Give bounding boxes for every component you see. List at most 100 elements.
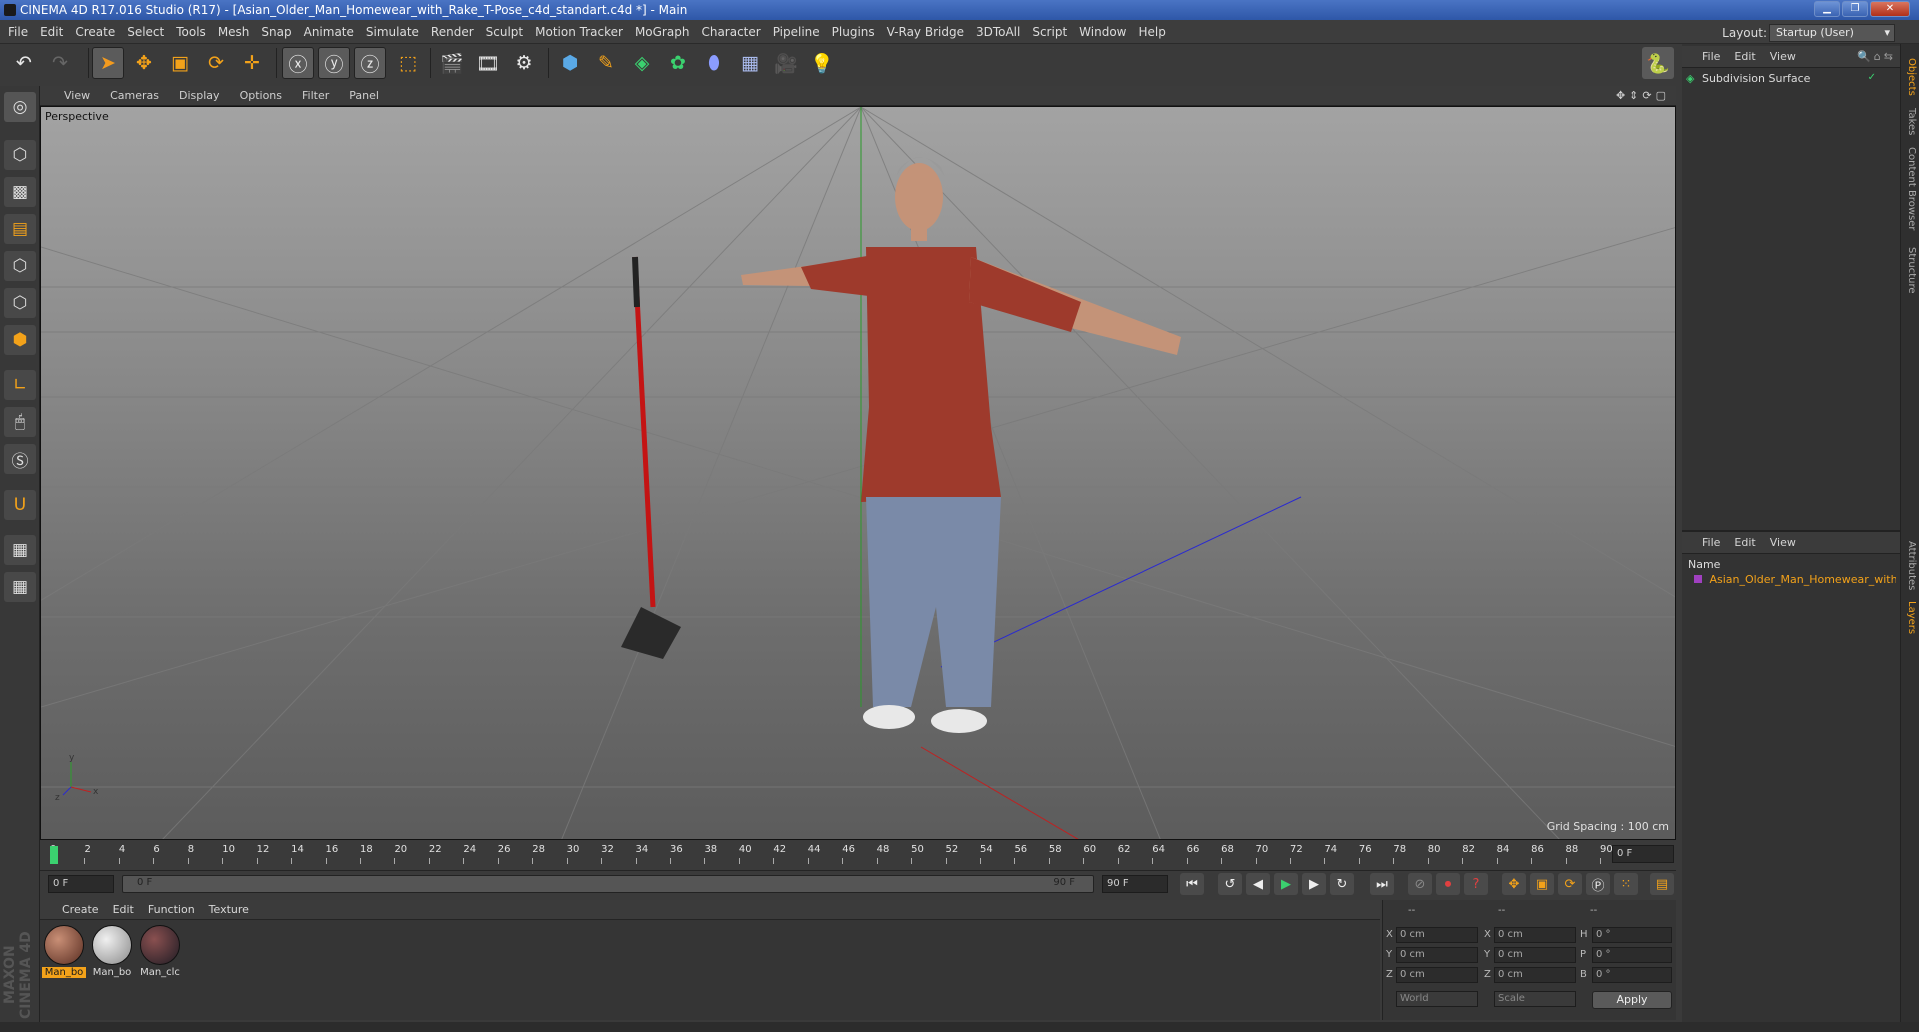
lock-workplane-icon[interactable]: ▦ (4, 535, 36, 565)
menu-pipeline[interactable]: Pipeline (767, 20, 826, 44)
pen-spline-icon[interactable]: ✎ (590, 47, 622, 79)
size-z-field[interactable]: 0 cm (1494, 967, 1576, 983)
rotate-tool-icon[interactable]: ⟳ (200, 47, 232, 79)
key-position-icon[interactable]: ✥ (1502, 873, 1526, 895)
floor-scene-icon[interactable]: ▦ (734, 47, 766, 79)
key-pla-icon[interactable]: ⁙ (1614, 873, 1638, 895)
menu-vray-bridge[interactable]: V-Ray Bridge (881, 20, 970, 44)
playhead-marker[interactable] (50, 846, 58, 864)
position-x-field[interactable]: 0 cm (1396, 927, 1478, 943)
python-icon[interactable]: 🐍 (1642, 47, 1674, 79)
go-to-end-icon[interactable]: ⏭ (1370, 873, 1394, 895)
y-axis-lock-icon[interactable]: ⓨ (318, 47, 350, 79)
menu-create[interactable]: Create (69, 20, 121, 44)
menu-animate[interactable]: Animate (298, 20, 360, 44)
key-parameter-icon[interactable]: Ⓟ (1586, 873, 1610, 895)
maximize-icon[interactable]: ❐ (1842, 1, 1868, 17)
coordinate-mode-select[interactable]: World (1396, 991, 1478, 1007)
menu-script[interactable]: Script (1026, 20, 1073, 44)
viewport-menu-display[interactable]: Display (169, 86, 230, 106)
magnet-icon[interactable]: U (4, 490, 36, 520)
menu-help[interactable]: Help (1132, 20, 1171, 44)
layer-row[interactable]: Asian_Older_Man_Homewear_with (1686, 573, 1896, 589)
tab-attributes[interactable]: Attributes (1902, 536, 1917, 596)
menu-tools[interactable]: Tools (170, 20, 212, 44)
axis-mode-icon[interactable]: ∟ (4, 370, 36, 400)
layers-menu-view[interactable]: View (1763, 532, 1803, 554)
position-z-field[interactable]: 0 cm (1396, 967, 1478, 983)
next-frame-icon[interactable]: ▶ (1302, 873, 1326, 895)
menu-motion-tracker[interactable]: Motion Tracker (529, 20, 629, 44)
objects-menu-view[interactable]: View (1763, 46, 1803, 68)
undo-icon[interactable]: ↶ (8, 47, 40, 79)
snapping-icon[interactable]: Ⓢ (4, 444, 36, 474)
scale-tool-icon[interactable]: ▣ (164, 47, 196, 79)
tweak-mode-icon[interactable]: 🖱 (4, 407, 36, 437)
material-menu-function[interactable]: Function (141, 900, 202, 920)
size-x-field[interactable]: 0 cm (1494, 927, 1576, 943)
rake-model[interactable] (621, 256, 681, 659)
minimize-icon[interactable]: ▁ (1814, 1, 1840, 17)
menu-file[interactable]: File (0, 20, 34, 44)
coordinate-system-icon[interactable]: ⬚ (392, 47, 424, 79)
previous-frame-icon[interactable]: ◀ (1246, 873, 1270, 895)
material-menu-texture[interactable]: Texture (202, 900, 256, 920)
render-settings-icon[interactable]: ⚙ (508, 47, 540, 79)
previous-key-icon[interactable]: ↺ (1218, 873, 1242, 895)
objects-header-icons[interactable]: 🔍⌂⇆ (1857, 46, 1896, 68)
start-frame-field[interactable]: 0 F (48, 875, 114, 893)
tab-objects[interactable]: Objects (1902, 52, 1917, 102)
autokey-icon[interactable]: ⏺ (1436, 873, 1460, 895)
object-row[interactable]: ◈ Subdivision Surface ✓ (1686, 72, 1896, 90)
subdivision-surface-icon[interactable]: ◈ (626, 47, 658, 79)
menu-plugins[interactable]: Plugins (826, 20, 881, 44)
menu-window[interactable]: Window (1073, 20, 1132, 44)
transform-tool-icon[interactable]: ✛ (236, 47, 268, 79)
menu-sculpt[interactable]: Sculpt (480, 20, 529, 44)
material-swatch[interactable]: Man_clc (138, 925, 182, 983)
texture-mode-icon[interactable]: ▩ (4, 177, 36, 207)
menu-render[interactable]: Render (425, 20, 480, 44)
key-rotation-icon[interactable]: ⟳ (1558, 873, 1582, 895)
rotation-p-field[interactable]: 0 ° (1592, 947, 1672, 963)
position-y-field[interactable]: 0 cm (1396, 947, 1478, 963)
layers-menu-edit[interactable]: Edit (1727, 532, 1762, 554)
layout-select[interactable]: Startup (User) ▾ (1769, 24, 1895, 42)
viewport-menu-panel[interactable]: Panel (339, 86, 389, 106)
material-swatch[interactable]: Man_bo (90, 925, 134, 983)
viewport-menu-view[interactable]: View (40, 86, 100, 106)
menu-character[interactable]: Character (695, 20, 766, 44)
select-tool-icon[interactable]: ➤ (92, 47, 124, 79)
array-generator-icon[interactable]: ✿ (662, 47, 694, 79)
edges-mode-icon[interactable]: ⬡ (4, 288, 36, 318)
current-frame-field[interactable]: 0 F (1612, 845, 1674, 863)
keyframe-selection-icon[interactable]: ? (1464, 873, 1488, 895)
objects-menu-edit[interactable]: Edit (1727, 46, 1762, 68)
play-icon[interactable]: ▶ (1274, 873, 1298, 895)
move-tool-icon[interactable]: ✥ (128, 47, 160, 79)
menu-simulate[interactable]: Simulate (360, 20, 425, 44)
x-axis-lock-icon[interactable]: ⓧ (282, 47, 314, 79)
viewport-nav-icons[interactable]: ✥⇕⟳▢ (1616, 86, 1670, 106)
timeline-ruler[interactable]: 0246810121416182022242628303234363840424… (50, 842, 1613, 866)
go-to-start-icon[interactable]: ⏮ (1180, 873, 1204, 895)
cube-primitive-icon[interactable]: ⬢ (554, 47, 586, 79)
menu-mograph[interactable]: MoGraph (629, 20, 696, 44)
camera-icon[interactable]: 🎥 (770, 47, 802, 79)
material-swatch[interactable]: Man_bo (42, 925, 86, 983)
redo-icon[interactable]: ↷ (44, 47, 76, 79)
make-editable-icon[interactable]: ◎ (4, 92, 36, 122)
key-scale-icon[interactable]: ▣ (1530, 873, 1554, 895)
menu-mesh[interactable]: Mesh (212, 20, 256, 44)
material-menu-create[interactable]: Create (40, 900, 106, 920)
light-icon[interactable]: 💡 (806, 47, 838, 79)
polygons-mode-icon[interactable]: ⬢ (4, 325, 36, 355)
tab-takes[interactable]: Takes (1902, 104, 1917, 140)
end-frame-field[interactable]: 90 F (1102, 875, 1168, 893)
render-view-icon[interactable]: 🎬 (436, 47, 468, 79)
layers-menu-file[interactable]: File (1682, 532, 1727, 554)
menu-snap[interactable]: Snap (255, 20, 297, 44)
z-axis-lock-icon[interactable]: ⓩ (354, 47, 386, 79)
workplane-mode-icon[interactable]: ▤ (4, 214, 36, 244)
tab-structure[interactable]: Structure (1902, 240, 1917, 300)
